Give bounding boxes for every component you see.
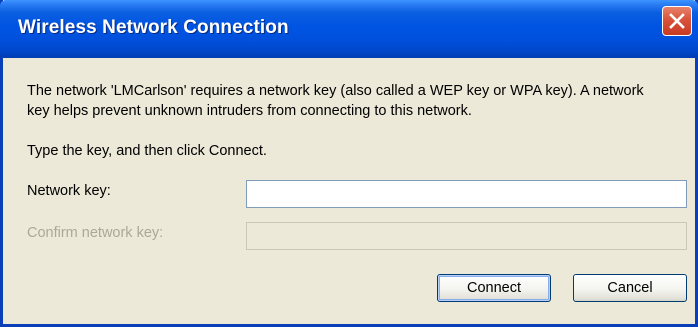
window-title: Wireless Network Connection bbox=[18, 17, 289, 38]
close-icon bbox=[669, 13, 685, 29]
cancel-button[interactable]: Cancel bbox=[573, 274, 687, 302]
close-button[interactable] bbox=[662, 6, 692, 36]
instruction-text: Type the key, and then click Connect. bbox=[27, 143, 267, 159]
wireless-connection-dialog: Wireless Network Connection The network … bbox=[0, 0, 698, 327]
confirm-network-key-label: Confirm network key: bbox=[27, 225, 164, 241]
message-text: The network 'LMCarlson' requires a netwo… bbox=[27, 83, 644, 119]
network-key-label: Network key: bbox=[27, 183, 111, 199]
network-key-input[interactable] bbox=[246, 180, 687, 208]
connect-button[interactable]: Connect bbox=[437, 274, 551, 302]
title-bar[interactable]: Wireless Network Connection bbox=[0, 0, 698, 58]
network-key-message: The network 'LMCarlson' requires a netwo… bbox=[27, 81, 667, 121]
confirm-network-key-input bbox=[246, 222, 687, 250]
dialog-body: The network 'LMCarlson' requires a netwo… bbox=[3, 58, 695, 324]
